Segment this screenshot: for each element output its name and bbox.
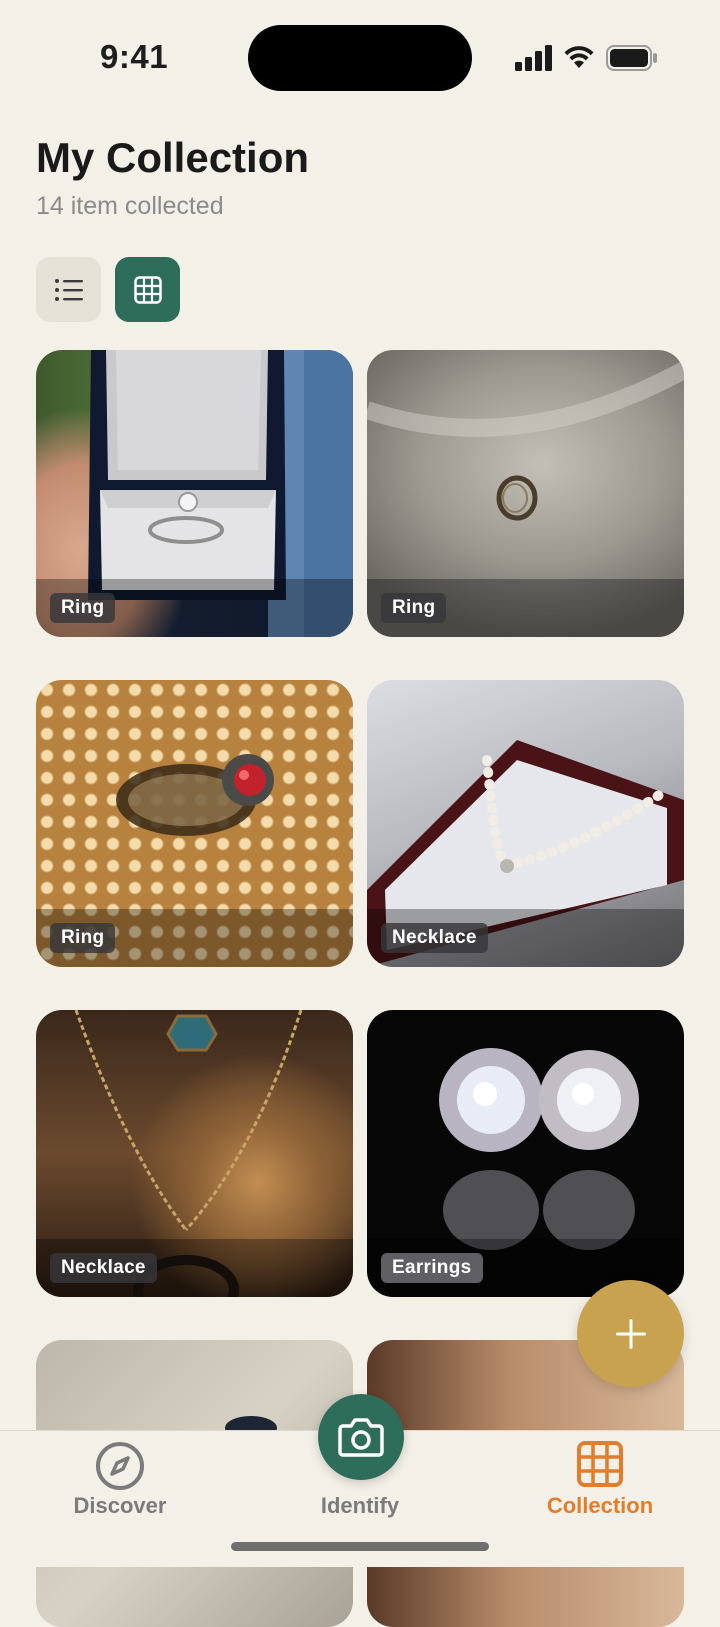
item-category-label: Ring (50, 923, 116, 953)
collection-item-earrings-1[interactable]: Earrings (367, 1010, 684, 1297)
collection-item-ring-1[interactable]: Ring (36, 350, 353, 637)
collection-item-ring-3[interactable]: Ring (36, 680, 353, 967)
tab-collection[interactable]: Collection (515, 1431, 685, 1541)
item-count: 14 item collected (36, 192, 224, 220)
grid-icon (133, 275, 162, 304)
camera-icon (338, 1418, 384, 1457)
wifi-icon (564, 46, 594, 68)
grid-view-button[interactable] (115, 257, 180, 322)
add-item-button[interactable] (577, 1280, 684, 1387)
tab-discover-label: Discover (73, 1493, 167, 1518)
item-category-label: Ring (381, 593, 447, 623)
status-bar: 9:41 (0, 0, 720, 110)
collection-grid-icon (577, 1441, 623, 1487)
cellular-signal-icon (515, 45, 552, 71)
tab-collection-label: Collection (546, 1493, 654, 1518)
item-category-label: Necklace (50, 1253, 157, 1283)
item-category-label: Necklace (381, 923, 488, 953)
plus-icon (615, 1318, 646, 1349)
item-category-label: Ring (50, 593, 116, 623)
tab-discover[interactable]: Discover (35, 1431, 205, 1541)
tab-identify-label: Identify (320, 1493, 400, 1518)
home-indicator (231, 1542, 489, 1551)
collection-item-ring-2[interactable]: Ring (367, 350, 684, 637)
list-view-button[interactable] (36, 257, 101, 322)
compass-icon (96, 1442, 144, 1490)
status-time: 9:41 (100, 38, 169, 75)
battery-icon (606, 45, 657, 71)
list-icon (54, 278, 83, 301)
page-title: My Collection (36, 134, 310, 181)
collection-item-necklace-1[interactable]: Necklace (367, 680, 684, 967)
item-category-label: Earrings (381, 1253, 483, 1283)
dynamic-island (248, 25, 472, 91)
identify-camera-button[interactable] (318, 1394, 404, 1480)
collection-item-necklace-2[interactable]: Necklace (36, 1010, 353, 1297)
